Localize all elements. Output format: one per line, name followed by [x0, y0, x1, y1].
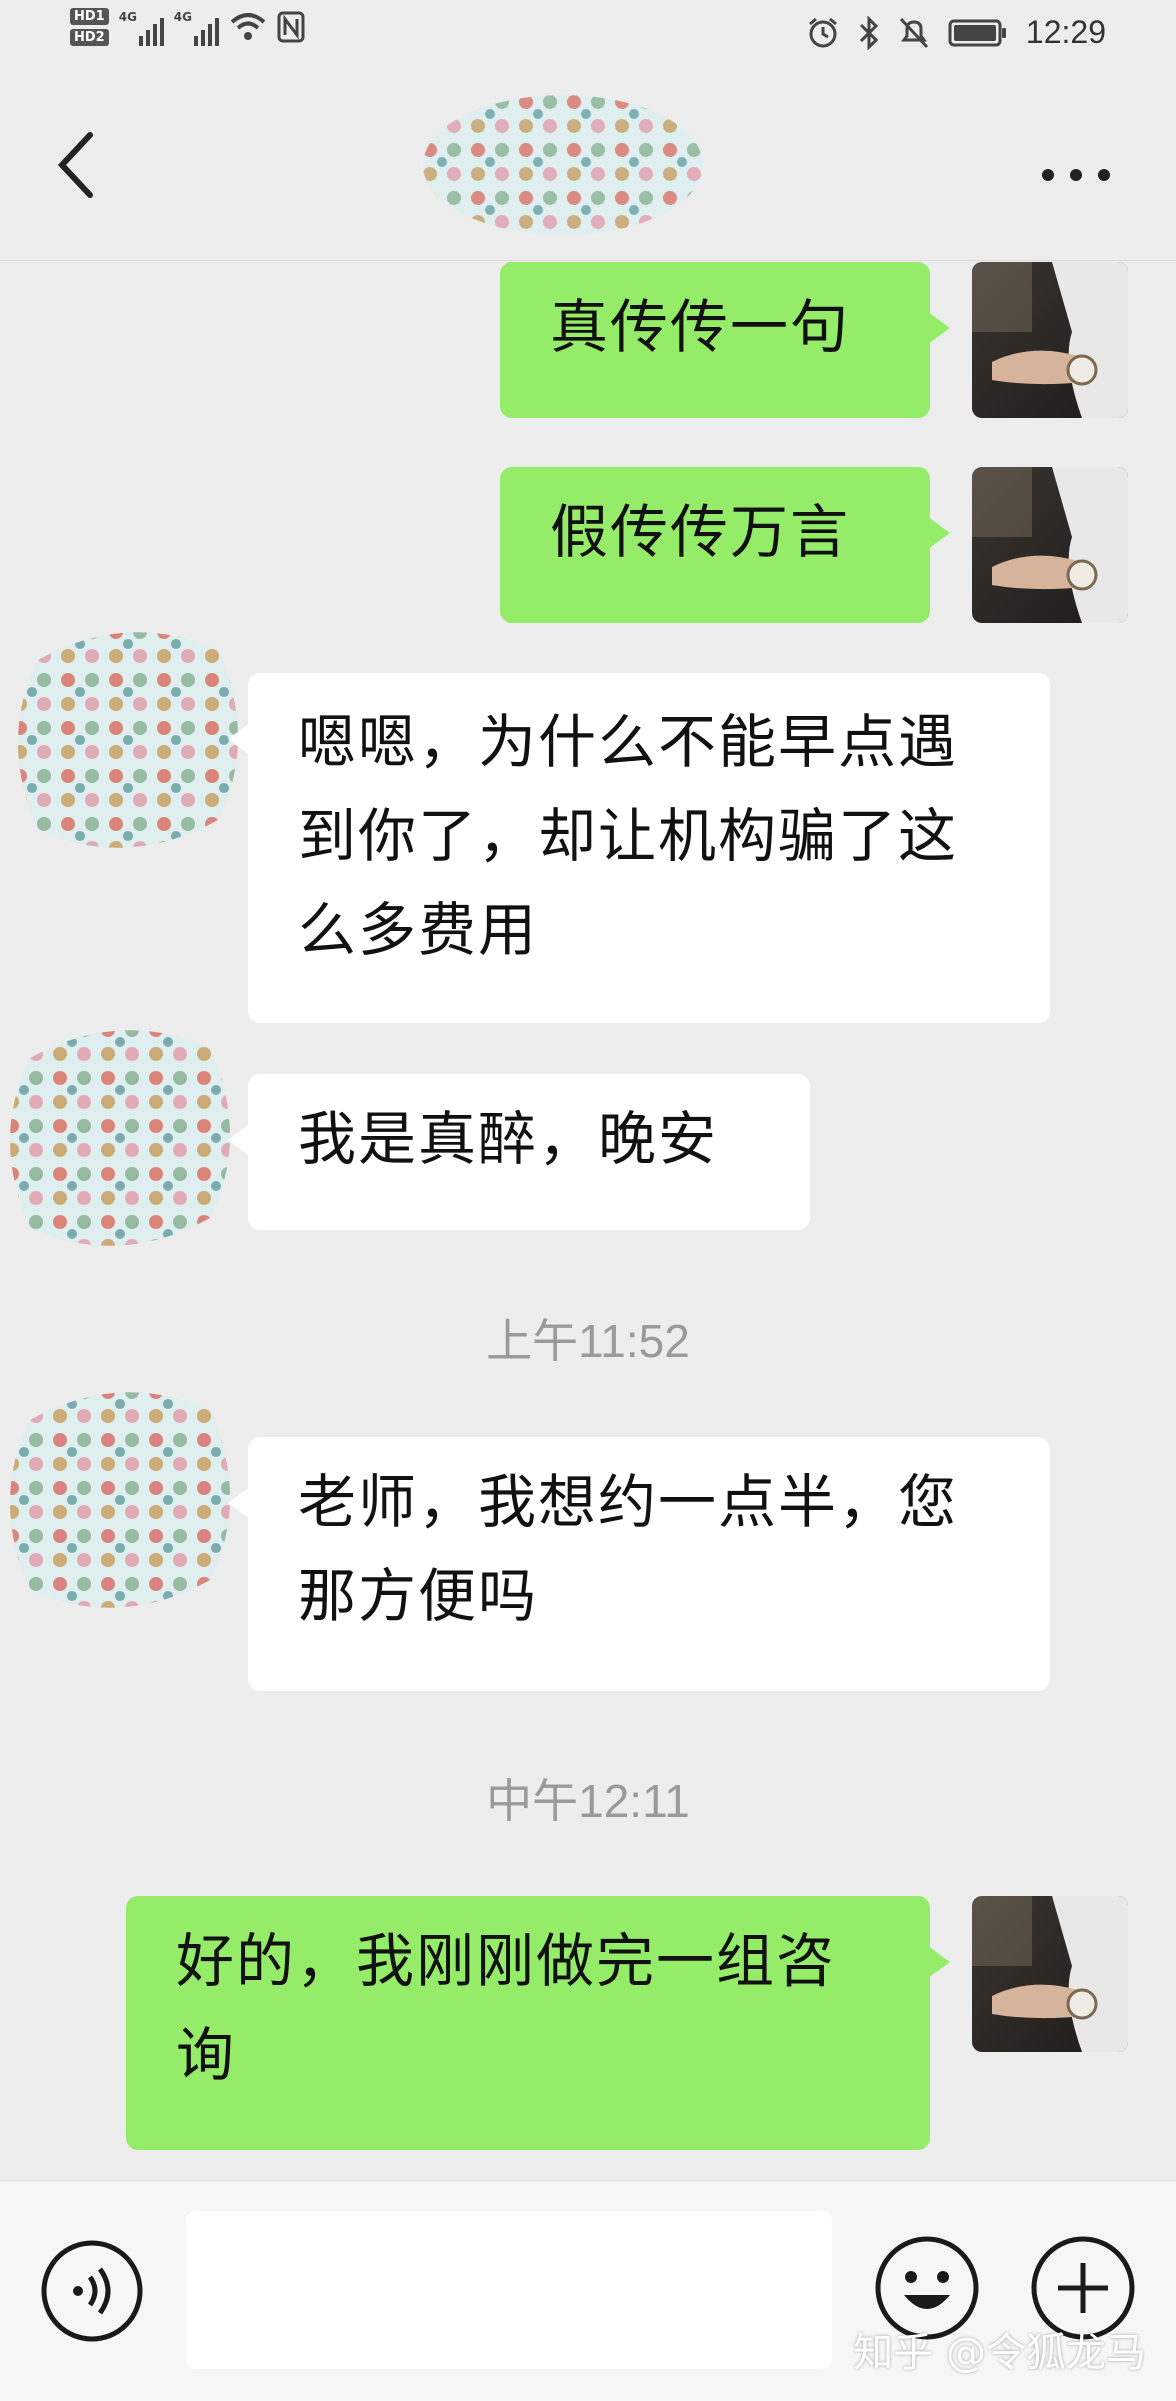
avatar[interactable]	[0, 1380, 240, 1620]
message-bubble-sent[interactable]: 假传传万言	[500, 467, 950, 623]
message-text: 好的，我刚刚做完一组咨询	[176, 1927, 837, 2089]
status-bar: HD1 HD2 4G 4G 12:29	[0, 0, 1176, 70]
more-dots-icon[interactable]	[1036, 155, 1116, 195]
sim1-label: HD1	[70, 8, 109, 25]
contact-name-redacted	[423, 95, 703, 235]
bluetooth-icon	[859, 15, 879, 50]
message-bubble-received[interactable]: 嗯嗯，为什么不能早点遇到你了，却让机构骗了这么多费用	[228, 673, 1050, 1023]
message-text: 老师，我想约一点半，您那方便吗	[298, 1468, 959, 1630]
status-bar-right: 12:29	[806, 14, 1106, 51]
clock: 12:29	[1025, 14, 1106, 50]
message-timestamp: 中午12:11	[486, 1775, 690, 1827]
signal-icon: 4G	[174, 8, 219, 46]
sim2-label: HD2	[70, 29, 109, 46]
message-text: 嗯嗯，为什么不能早点遇到你了，却让机构骗了这么多费用	[298, 708, 959, 964]
wifi-icon	[230, 13, 266, 40]
watermark: 知乎 @令狐龙马	[853, 2330, 1146, 2376]
message-bubble-sent[interactable]: 真传传一句	[500, 262, 950, 418]
message-bubble-received[interactable]: 老师，我想约一点半，您那方便吗	[228, 1437, 1050, 1691]
message-text: 假传传万言	[550, 498, 851, 566]
avatar[interactable]	[972, 467, 1128, 623]
message-bubble-received[interactable]: 我是真醉，晚安	[228, 1074, 810, 1230]
alarm-icon	[808, 17, 837, 47]
nfc-icon	[277, 11, 305, 43]
status-bar-left: HD1 HD2 4G 4G	[70, 8, 305, 46]
sim-labels: HD1 HD2	[70, 8, 109, 46]
message-timestamp: 上午11:52	[486, 1315, 690, 1367]
network2-label: 4G	[173, 10, 192, 24]
message-input[interactable]	[186, 2211, 832, 2369]
message-bubble-sent[interactable]: 好的，我刚刚做完一组咨询	[126, 1896, 950, 2150]
mute-icon	[899, 17, 929, 48]
message-text: 真传传一句	[550, 293, 851, 361]
avatar[interactable]	[0, 1018, 240, 1258]
voice-icon[interactable]	[40, 2239, 144, 2343]
chevron-left-icon[interactable]	[50, 125, 110, 205]
network1-label: 4G	[118, 10, 137, 24]
battery-icon	[948, 19, 1006, 46]
chat-header	[0, 70, 1176, 261]
avatar[interactable]	[972, 1896, 1128, 2052]
message-text: 我是真醉，晚安	[298, 1105, 719, 1173]
signal-icon: 4G	[119, 8, 164, 46]
avatar[interactable]	[8, 620, 248, 860]
avatar[interactable]	[972, 262, 1128, 418]
